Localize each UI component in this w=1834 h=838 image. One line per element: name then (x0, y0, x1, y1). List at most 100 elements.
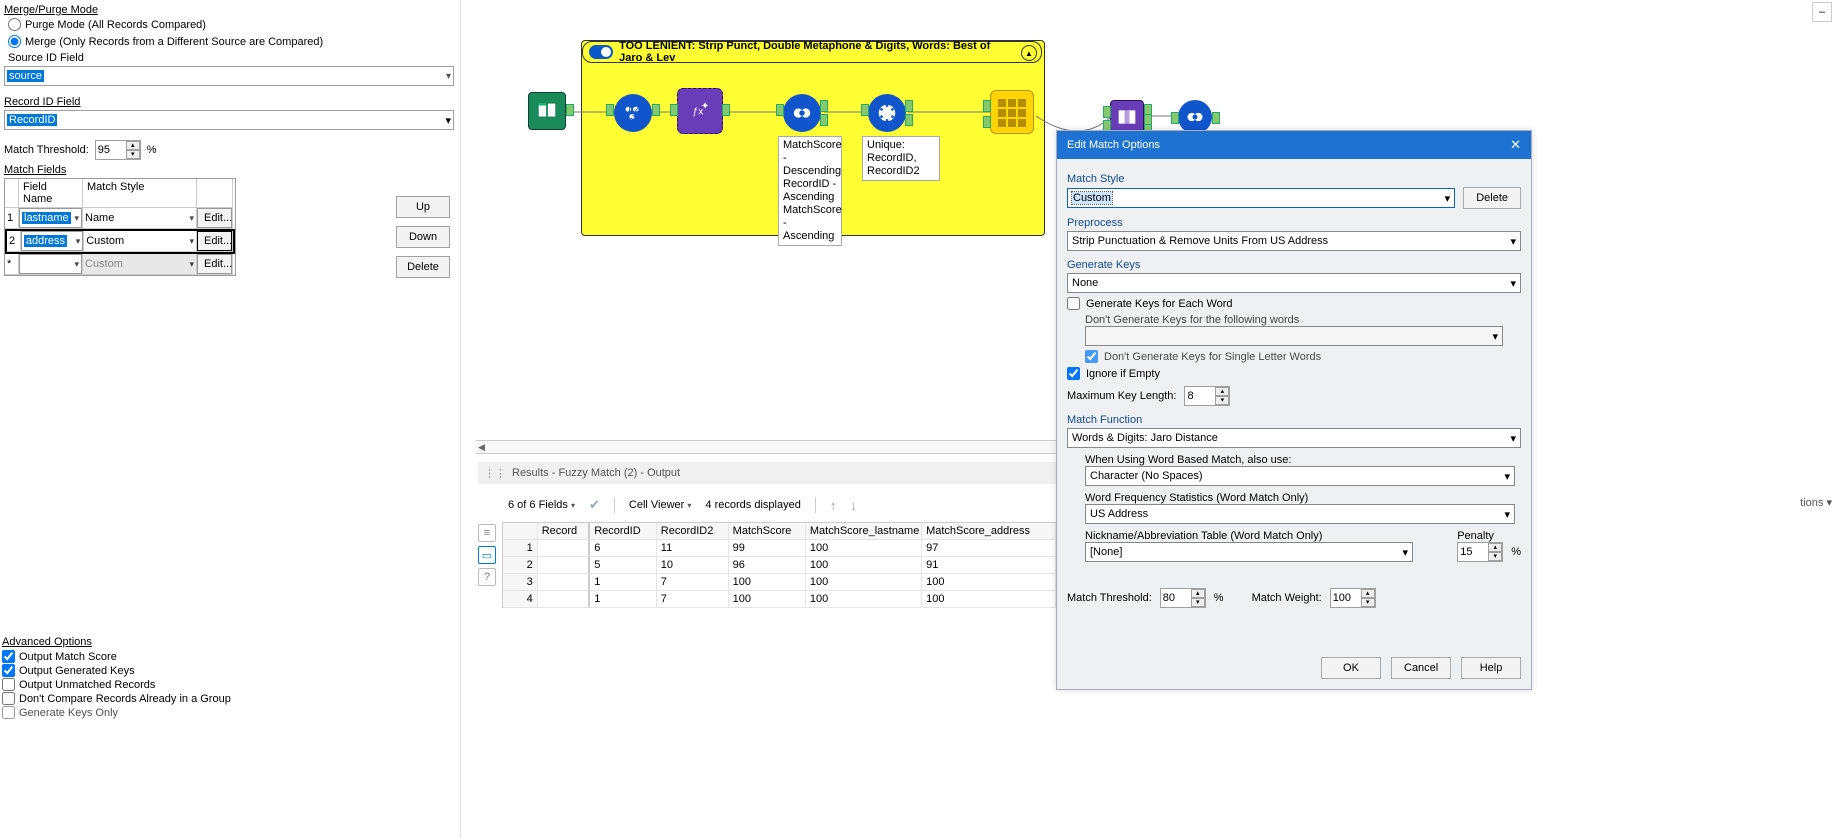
horizontal-splitter[interactable]: ◀ (476, 440, 1056, 454)
results-view-tabs: ≡ ▭ ? (478, 496, 500, 616)
word-freq-select[interactable]: US Address▾ (1085, 504, 1515, 524)
source-id-label: Source ID Field (8, 52, 456, 64)
table-row[interactable]: 16119910097 (503, 540, 1056, 557)
chevron-down-icon: ▾ (189, 259, 194, 270)
macro-header[interactable]: TOO LENIENT: Strip Punct, Double Metapho… (582, 41, 1042, 63)
chevron-down-icon: ▾ (687, 501, 691, 510)
match-function-select[interactable]: Words & Digits: Jaro Distance▾ (1067, 428, 1521, 448)
collapse-icon[interactable]: ▲ (1021, 45, 1037, 61)
spin-up-icon[interactable]: ▴ (126, 141, 140, 150)
chevron-down-icon: ▾ (1510, 432, 1516, 445)
record-id-select[interactable]: RecordID ▾ (4, 110, 454, 130)
nickname-select[interactable]: [None]▾ (1085, 542, 1413, 562)
close-icon[interactable]: ✕ (1510, 137, 1521, 153)
match-row-selected[interactable]: 2 address▾ Custom▾ Edit... (5, 229, 235, 254)
nav-down-icon[interactable]: ↓ (850, 498, 857, 513)
nav-up-icon[interactable]: ↑ (830, 498, 837, 513)
unique-tool-caption: Unique: RecordID, RecordID2 (862, 136, 940, 181)
word-based-select[interactable]: Character (No Spaces)▾ (1085, 466, 1515, 486)
chk-gen-keys-only[interactable]: Generate Keys Only (2, 706, 442, 719)
down-button[interactable]: Down (396, 226, 450, 248)
view-list-icon[interactable]: ≡ (478, 524, 496, 542)
penalty-spinner[interactable]: ▴▾ (1457, 542, 1503, 562)
minimize-icon[interactable]: – (1812, 2, 1832, 22)
delete-style-button[interactable]: Delete (1463, 187, 1521, 209)
records-displayed: 4 records displayed (705, 499, 800, 511)
cell-viewer-selector[interactable]: Cell Viewer ▾ (629, 499, 692, 511)
chevron-down-icon: ▾ (1510, 235, 1516, 248)
edit-button[interactable]: Edit... (197, 254, 232, 274)
record-id-tool-icon[interactable]: 123 (614, 94, 652, 132)
macro-input-tool-icon[interactable] (528, 92, 566, 130)
advanced-options: Advanced Options Output Match Score Outp… (2, 634, 442, 720)
match-style-select[interactable]: Custom▾ (1067, 188, 1455, 208)
merge-purge-label: Merge/Purge Mode (4, 4, 456, 16)
fuzzy-match-tool-icon[interactable] (783, 94, 821, 132)
vertical-splitter[interactable] (460, 0, 480, 838)
chevron-down-icon: ▾ (446, 71, 451, 82)
dlg-weight-spinner[interactable]: ▴▾ (1330, 588, 1376, 608)
results-title-bar: ⋮⋮ Results - Fuzzy Match (2) - Output (478, 462, 1058, 484)
table-row[interactable]: 317100100100 (503, 574, 1056, 591)
join-tool-icon[interactable] (1110, 100, 1144, 134)
match-row[interactable]: 1 lastname▾ Name▾ Edit... (5, 208, 235, 229)
match-threshold-spinner[interactable]: ▴▾ (95, 140, 141, 160)
chevron-down-icon: ▾ (1402, 546, 1408, 559)
edit-button[interactable]: Edit... (197, 231, 232, 251)
view-help-icon[interactable]: ? (478, 568, 496, 586)
chevron-down-icon: ▾ (1510, 277, 1516, 290)
source-id-select[interactable]: source ▾ (4, 66, 454, 86)
table-row[interactable]: 25109610091 (503, 557, 1056, 574)
macro-toggle-icon[interactable] (589, 45, 613, 59)
edit-button[interactable]: Edit... (197, 208, 232, 228)
chk-output-generated-keys[interactable]: Output Generated Keys (2, 664, 442, 677)
delete-button[interactable]: Delete (396, 256, 450, 278)
chevron-down-icon: ▾ (1445, 192, 1451, 205)
up-button[interactable]: Up (396, 196, 450, 218)
cutoff-text[interactable]: tions ▾ (1800, 496, 1832, 509)
spin-down-icon[interactable]: ▾ (126, 150, 140, 159)
unique-tool-icon[interactable] (868, 94, 906, 132)
match-threshold-label: Match Threshold: (4, 144, 89, 156)
table-row[interactable]: 417100100100 (503, 591, 1056, 608)
match-fields-label: Match Fields (4, 164, 456, 176)
chevron-down-icon: ▾ (1492, 330, 1498, 343)
merge-mode-radio[interactable]: Merge (Only Records from a Different Sou… (8, 35, 456, 48)
dlg-threshold-spinner[interactable]: ▴▾ (1160, 588, 1206, 608)
fuzzy-match-tool-icon[interactable] (1178, 100, 1212, 134)
chk-output-unmatched[interactable]: Output Unmatched Records (2, 678, 442, 691)
check-icon[interactable]: ✔ (589, 497, 600, 513)
formula-tool-icon[interactable]: ƒx✦ (677, 88, 723, 134)
chevron-down-icon: ▾ (74, 259, 79, 270)
chevron-down-icon: ▾ (571, 501, 575, 510)
chevron-down-icon: ▾ (76, 236, 81, 247)
generate-keys-select[interactable]: None▾ (1067, 273, 1521, 293)
chevron-down-icon: ▾ (189, 236, 194, 247)
svg-text:3: 3 (630, 111, 636, 122)
match-row[interactable]: * ▾ Custom▾ Edit... (5, 254, 235, 275)
fields-selector[interactable]: 6 of 6 Fields ▾ (508, 499, 575, 511)
exclude-words-input[interactable]: ▾ (1085, 326, 1503, 346)
results-grid[interactable]: Record RecordID RecordID2 MatchScore Mat… (502, 522, 1056, 608)
chk-ignore-empty[interactable]: Ignore if Empty (1067, 367, 1521, 380)
preprocess-select[interactable]: Strip Punctuation & Remove Units From US… (1067, 231, 1521, 251)
chk-output-match-score[interactable]: Output Match Score (2, 650, 442, 663)
chk-gen-each-word[interactable]: Generate Keys for Each Word (1067, 297, 1521, 310)
dialog-titlebar[interactable]: Edit Match Options ✕ (1057, 131, 1531, 159)
view-data-icon[interactable]: ▭ (478, 546, 496, 564)
ok-button[interactable]: OK (1321, 657, 1381, 679)
chevron-down-icon: ▾ (1504, 470, 1510, 483)
cancel-button[interactable]: Cancel (1391, 657, 1451, 679)
record-id-label: Record ID Field (4, 96, 456, 108)
sort-tool-caption: MatchScore - Descending RecordID - Ascen… (778, 136, 842, 246)
chk-no-single-letter[interactable]: Don't Generate Keys for Single Letter Wo… (1085, 350, 1521, 363)
config-panel: Merge/Purge Mode Purge Mode (All Records… (0, 0, 460, 720)
chevron-down-icon: ▾ (1826, 497, 1832, 509)
match-fields-table: Field Name Match Style 1 lastname▾ Name▾… (4, 178, 236, 276)
edit-match-options-dialog: Edit Match Options ✕ Match Style Custom▾… (1056, 130, 1532, 690)
chk-dont-compare[interactable]: Don't Compare Records Already in a Group (2, 692, 442, 705)
purge-mode-radio[interactable]: Purge Mode (All Records Compared) (8, 18, 456, 31)
browse-tool-icon[interactable] (990, 90, 1034, 134)
help-button[interactable]: Help (1461, 657, 1521, 679)
max-key-length-spinner[interactable]: ▴▾ (1184, 386, 1230, 406)
